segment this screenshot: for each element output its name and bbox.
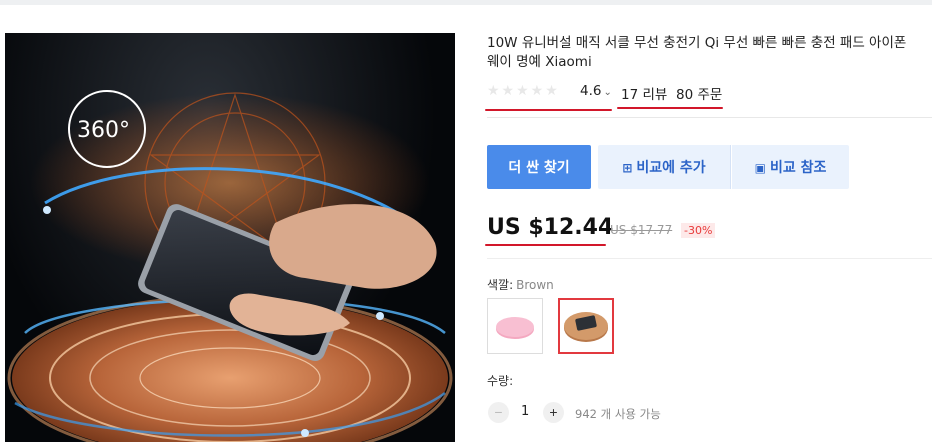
- stock-available: 942 개 사용 가능: [575, 407, 661, 421]
- quantity-label: 수량:: [487, 374, 514, 388]
- add-to-compare-button[interactable]: ⊞ 비교에 추가: [598, 145, 731, 189]
- overlay-360-text: 360°: [77, 118, 130, 143]
- rating-value[interactable]: 4.6 ⌄: [580, 83, 612, 99]
- product-title-line1: 10W 유니버설 매직 서클 무선 충전기 Qi 무선 빠른 빠른 충전 패드 …: [487, 35, 907, 51]
- color-label-text: 색깔:: [487, 278, 514, 292]
- top-bar: [0, 0, 932, 5]
- color-label: 색깔: Brown: [487, 276, 554, 293]
- reviews-link[interactable]: 17 리뷰: [621, 83, 667, 103]
- annotation-underline-price: [485, 244, 606, 246]
- current-price: US $12.44: [487, 215, 614, 240]
- divider: [487, 258, 932, 259]
- color-swatch-pink[interactable]: [487, 298, 543, 354]
- view-compare-label: 비교 참조: [769, 160, 827, 176]
- discount-badge: -30%: [681, 223, 716, 238]
- add-to-compare-label: 비교에 추가: [636, 160, 706, 176]
- quantity-value[interactable]: 1: [521, 404, 529, 419]
- view-compare-button[interactable]: ▣ 비교 참조: [732, 145, 849, 189]
- color-swatch-brown[interactable]: [558, 298, 614, 354]
- annotation-underline-rating: [485, 109, 612, 111]
- divider: [487, 117, 932, 118]
- product-image[interactable]: 360°: [5, 33, 455, 442]
- product-title-line2: 웨이 명예 Xiaomi: [487, 54, 592, 70]
- product-title: 10W 유니버설 매직 서클 무선 충전기 Qi 무선 빠른 빠른 충전 패드 …: [487, 34, 932, 72]
- annotation-underline-reviews: [617, 107, 723, 109]
- quantity-increase-button[interactable]: +: [543, 402, 564, 423]
- rating-stars-icon[interactable]: ★★★★★: [487, 83, 560, 99]
- original-price: US $17.77: [610, 223, 673, 237]
- rating-number: 4.6: [580, 83, 602, 99]
- find-cheaper-button[interactable]: 더 싼 찾기: [487, 145, 591, 189]
- compare-list-icon: ▣: [754, 161, 766, 175]
- color-selected-value: Brown: [516, 278, 554, 292]
- chevron-down-icon: ⌄: [603, 87, 612, 98]
- add-to-compare-icon: ⊞: [622, 161, 633, 175]
- orders-count: 80 주문: [676, 87, 723, 103]
- quantity-decrease-button[interactable]: −: [488, 402, 509, 423]
